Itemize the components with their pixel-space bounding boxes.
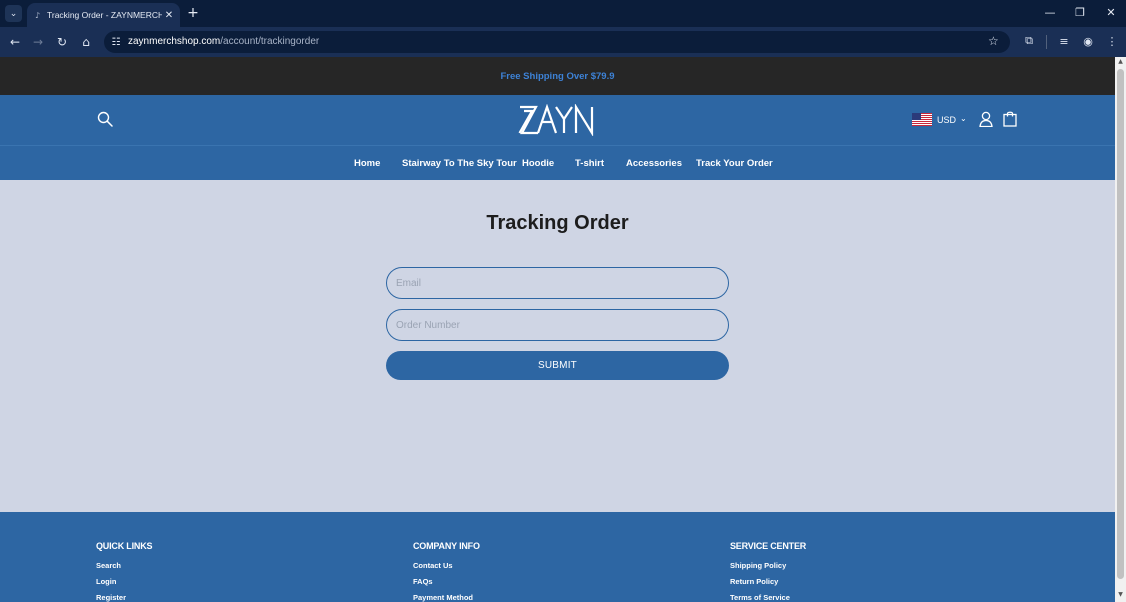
currency-selector[interactable]: USD (937, 115, 956, 125)
page-title: Tracking Order (486, 212, 629, 234)
window-close-icon[interactable]: ✕ (1102, 6, 1120, 19)
address-url[interactable]: zaynmerchshop.com/account/trackingorder (128, 36, 319, 47)
order-number-input[interactable] (386, 309, 729, 341)
scroll-down-icon[interactable]: ▼ (1115, 591, 1126, 601)
browser-tab-strip: ⌄ ♪ Tracking Order - ZAYNMERCHSHOP ✕ + —… (0, 0, 1126, 27)
announcement-bar: Free Shipping Over $79.9 (0, 57, 1115, 95)
browser-menu-icon[interactable]: ⋮ (1105, 34, 1119, 48)
nav-home[interactable]: Home (354, 158, 380, 169)
bookmark-star-icon[interactable]: ☆ (988, 34, 999, 48)
email-input[interactable] (386, 267, 729, 299)
footer-link-return[interactable]: Return Policy (730, 577, 806, 586)
nav-accessories[interactable]: Accessories (626, 158, 682, 169)
toolbar-divider (1046, 35, 1047, 49)
tab-search-button[interactable]: ⌄ (5, 5, 22, 22)
back-arrow-icon[interactable]: ← (7, 34, 23, 50)
site-footer: QUICK LINKS Search Login Register COMPAN… (0, 512, 1115, 602)
scrollbar-thumb[interactable] (1117, 69, 1124, 579)
user-account-icon[interactable] (979, 111, 993, 127)
site-header: USD ⌄ (0, 95, 1115, 145)
tracking-content: Tracking Order SUBMIT (0, 180, 1115, 512)
footer-heading: SERVICE CENTER (730, 541, 807, 551)
nav-track-order[interactable]: Track Your Order (696, 158, 773, 169)
nav-hoodie[interactable]: Hoodie (522, 158, 554, 169)
minimize-icon[interactable]: — (1041, 6, 1059, 19)
footer-quick-links: QUICK LINKS Search Login Register (96, 541, 153, 602)
browser-tab-active[interactable]: ♪ Tracking Order - ZAYNMERCHSHOP ✕ (27, 3, 180, 27)
announcement-text: Free Shipping Over $79.9 (500, 70, 615, 82)
site-info-icon[interactable]: ☷ (110, 35, 122, 49)
footer-link-register[interactable]: Register (96, 593, 152, 602)
footer-service-center: SERVICE CENTER Shipping Policy Return Po… (730, 541, 806, 602)
nav-stairway-tour[interactable]: Stairway To The Sky Tour (402, 158, 517, 169)
footer-link-terms[interactable]: Terms of Service (730, 593, 806, 602)
footer-link-login[interactable]: Login (96, 577, 152, 586)
footer-link-faqs[interactable]: FAQs (413, 577, 480, 586)
footer-link-payment[interactable]: Payment Method (413, 593, 480, 602)
page-scrollbar[interactable]: ▲ ▼ (1115, 57, 1126, 602)
new-tab-icon[interactable]: + (185, 5, 201, 21)
profile-icon[interactable]: ◉ (1081, 34, 1095, 48)
extensions-icon[interactable]: ⧉ (1022, 34, 1036, 48)
tab-title: Tracking Order - ZAYNMERCHSHOP (47, 10, 162, 20)
restore-icon[interactable]: ❐ (1071, 6, 1089, 19)
chevron-down-icon[interactable]: ⌄ (960, 114, 967, 123)
footer-heading: COMPANY INFO (413, 541, 480, 551)
media-control-icon[interactable]: ≡ (1057, 34, 1071, 48)
nav-tshirt[interactable]: T-shirt (575, 158, 604, 169)
zayn-logo[interactable] (518, 104, 598, 136)
us-flag-icon[interactable] (912, 113, 932, 126)
reload-icon[interactable]: ↻ (54, 34, 70, 50)
main-navigation: Home Stairway To The Sky Tour Hoodie T-s… (0, 145, 1115, 180)
footer-heading: QUICK LINKS (96, 541, 153, 551)
scroll-up-icon[interactable]: ▲ (1115, 58, 1126, 68)
url-host: zaynmerchshop.com (128, 36, 221, 47)
site-favicon-icon: ♪ (35, 10, 41, 20)
web-page: Free Shipping Over $79.9 USD ⌄ Home Stai… (0, 57, 1115, 602)
footer-link-contact[interactable]: Contact Us (413, 561, 480, 570)
shopping-bag-icon[interactable] (1003, 110, 1017, 127)
forward-arrow-icon[interactable]: → (30, 34, 46, 50)
search-icon[interactable] (97, 111, 113, 127)
tab-close-icon[interactable]: ✕ (162, 10, 176, 21)
home-icon[interactable]: ⌂ (78, 34, 94, 50)
footer-link-shipping[interactable]: Shipping Policy (730, 561, 806, 570)
footer-company-info: COMPANY INFO Contact Us FAQs Payment Met… (413, 541, 480, 602)
footer-link-search[interactable]: Search (96, 561, 152, 570)
submit-button[interactable]: SUBMIT (386, 351, 729, 380)
url-path: /account/trackingorder (220, 36, 320, 47)
